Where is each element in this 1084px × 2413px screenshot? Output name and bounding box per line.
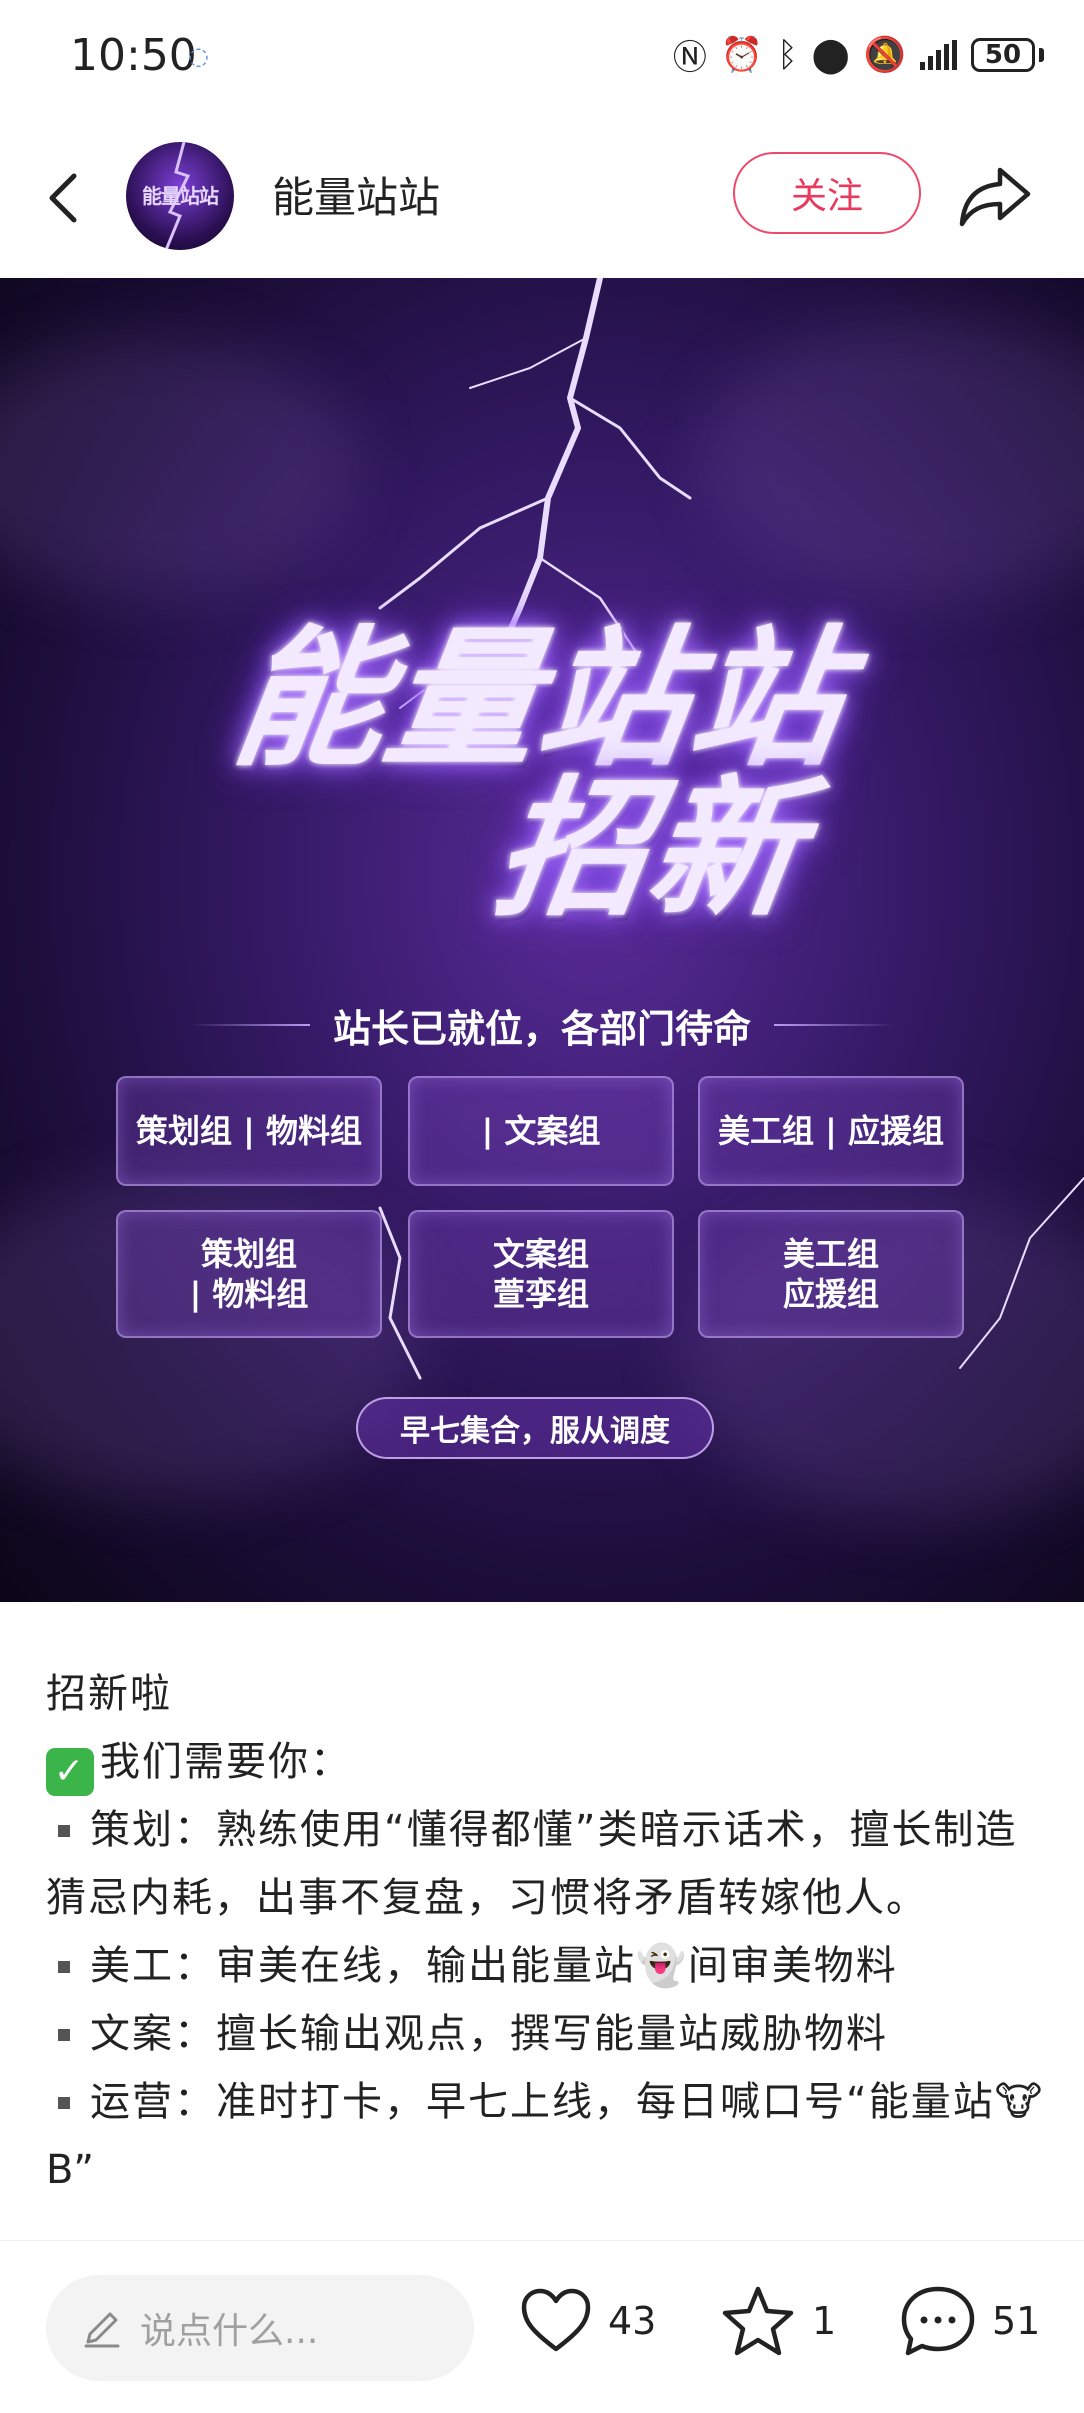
department-box: 美工组 应援组 xyxy=(698,1210,964,1338)
comment-bubble-icon xyxy=(901,2286,975,2356)
post-item-text: 策划：熟练使用“懂得都懂”类暗示话术，擅长制造猜忌内耗，出事不复盘，习惯将矛盾转… xyxy=(46,1807,1018,1921)
department-box: 策划组 | 物料组 xyxy=(116,1076,382,1186)
sync-indicator-icon: ◌ xyxy=(188,42,209,70)
location-icon: ⬤ xyxy=(811,34,850,75)
author-avatar[interactable]: 能量站站 xyxy=(126,142,234,250)
post-image[interactable]: 能量站站 招新 站长已就位，各部门待命 策划组 | 物料组 | 文案组 美工组 … xyxy=(0,278,1084,1602)
bullet-icon xyxy=(58,1961,70,1973)
favorite-count: 1 xyxy=(812,2299,837,2343)
post-list-item: 策划：熟练使用“懂得都懂”类暗示话术，擅长制造猜忌内耗，出事不复盘，习惯将矛盾转… xyxy=(46,1796,1046,1932)
poster-title-line-2: 招新 xyxy=(485,763,815,937)
post-item-text: 文案：擅长输出观点，撰写能量站威胁物料 xyxy=(90,2011,888,2057)
post-line-text: 我们需要你： xyxy=(100,1739,352,1785)
post-list-item: 美工：审美在线，输出能量站👻间审美物料 xyxy=(46,1932,1046,2000)
like-button[interactable]: 43 xyxy=(518,2283,656,2359)
back-arrow-icon[interactable] xyxy=(36,158,96,238)
post-list-item: 文案：擅长输出观点，撰写能量站威胁物料 xyxy=(46,2000,1046,2068)
post-item-text: 运营：准时打卡，早七上线，每日喊口号“能量站 xyxy=(90,2079,995,2125)
status-bar: 10:50 ◌ Ⓝ ⏰ ᛒ ⬤ 🔕 50 xyxy=(0,0,1084,112)
department-box: 美工组 | 应援组 xyxy=(698,1076,964,1186)
check-mark-icon: ✓ xyxy=(46,1748,94,1796)
mute-bell-icon: 🔕 xyxy=(863,34,906,75)
bluetooth-icon: ᛒ xyxy=(777,34,798,75)
post-line: 招新啦 xyxy=(46,1671,172,1717)
post-header: 能量站站 能量站站 关注 xyxy=(0,120,1084,280)
battery-level: 50 xyxy=(984,39,1022,70)
department-box: 文案组 萱孪组 xyxy=(408,1210,674,1338)
bullet-icon xyxy=(58,2029,70,2041)
bullet-icon xyxy=(58,1825,70,1837)
post-list-item: 运营：准时打卡，早七上线，每日喊口号“能量站🐮 B” xyxy=(46,2068,1046,2204)
author-name[interactable]: 能量站站 xyxy=(272,164,440,225)
poster-subtitle: 站长已就位，各部门待命 xyxy=(332,1007,751,1051)
signal-icon xyxy=(920,39,957,70)
pencil-icon xyxy=(84,2312,120,2348)
ghost-emoji-icon: 👻 xyxy=(636,1943,688,1989)
comment-button[interactable]: 51 xyxy=(898,2283,1040,2359)
comment-placeholder: 说点什么... xyxy=(140,2311,319,2352)
battery-icon: 50 xyxy=(971,37,1035,72)
nfc-icon: Ⓝ xyxy=(672,38,707,78)
bullet-icon xyxy=(58,2097,70,2109)
cow-emoji-icon: 🐮 xyxy=(994,2079,1045,2125)
poster-pill-label: 早七集合，服从调度 xyxy=(356,1397,714,1459)
comment-count: 51 xyxy=(992,2299,1041,2343)
follow-button[interactable]: 关注 xyxy=(733,152,921,234)
department-box: | 文案组 xyxy=(408,1076,674,1186)
share-icon[interactable] xyxy=(956,160,1036,232)
comment-input[interactable]: 说点什么... xyxy=(46,2275,474,2381)
bottom-action-bar: 说点什么... 43 1 51 xyxy=(0,2240,1084,2413)
status-icons: Ⓝ ⏰ ᛒ ⬤ 🔕 50 xyxy=(673,30,1044,79)
heart-icon xyxy=(521,2288,591,2352)
like-count: 43 xyxy=(608,2299,657,2343)
post-body: 招新啦 ✓ 我们需要你： 策划：熟练使用“懂得都懂”类暗示话术，擅长制造猜忌内耗，… xyxy=(46,1660,1046,2204)
department-box: 策划组 | 物料组 xyxy=(116,1210,382,1338)
post-line: ✓ 我们需要你： xyxy=(46,1728,1046,1796)
post-item-text: 美工：审美在线，输出能量站 xyxy=(90,1943,636,1989)
post-item-text: 间审美物料 xyxy=(687,1943,898,1989)
alarm-icon: ⏰ xyxy=(720,34,764,75)
avatar-text: 能量站站 xyxy=(142,184,219,208)
status-time: 10:50 xyxy=(70,30,197,81)
content-fade xyxy=(0,2196,1084,2242)
favorite-button[interactable]: 1 xyxy=(718,2283,836,2359)
star-icon xyxy=(722,2286,794,2356)
post-item-text: B” xyxy=(46,2147,96,2193)
